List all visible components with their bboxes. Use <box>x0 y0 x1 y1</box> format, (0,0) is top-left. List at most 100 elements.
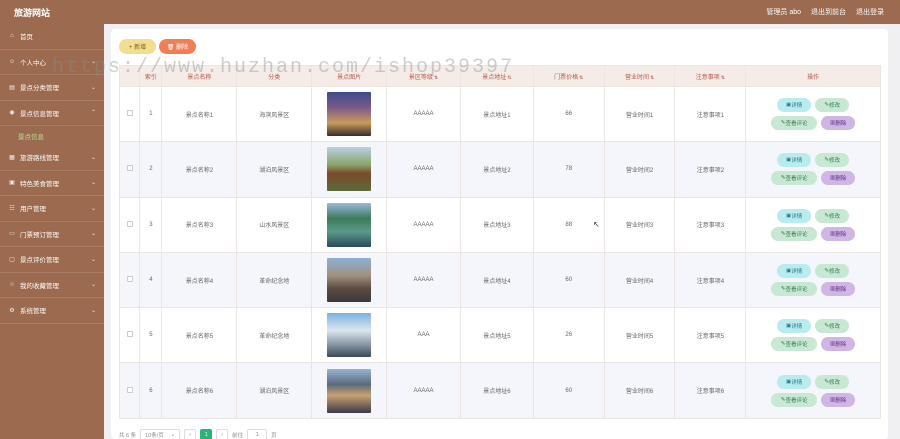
edit-button[interactable]: ✎ 修改 <box>815 98 850 113</box>
cell-level: AAAAA <box>386 362 461 419</box>
sidebar-item-label: 旅游路线管理 <box>20 155 59 163</box>
cell-index: 6 <box>139 362 163 419</box>
cell-index: 3 <box>139 196 163 253</box>
detail-button[interactable]: ▣ 详情 <box>777 374 812 389</box>
row-delete-button[interactable]: ▥ 删除 <box>821 226 856 241</box>
cell-name: 景点名称6 <box>161 362 238 419</box>
sidebar-item-food[interactable]: ▣ 特色美食管理 ⌄ <box>0 171 104 196</box>
row-checkbox[interactable] <box>126 276 133 283</box>
row-checkbox[interactable] <box>126 165 133 172</box>
row-checkbox[interactable] <box>126 110 133 117</box>
review-button[interactable]: ✎ 查看评论 <box>771 171 818 186</box>
detail-button[interactable]: ▣ 详情 <box>777 319 812 334</box>
sidebar: ⌂ 首页 ☺ 个人中心 ⌄ ▤ 景点分类管理 ⌄ ◉ 景点信息管理 ⌃ 景点信息 ▦ 旅游路线管… <box>0 24 104 439</box>
cell-index: 5 <box>139 307 163 364</box>
detail-button[interactable]: ▣ 详情 <box>777 208 812 223</box>
chevron-down-icon: ⌄ <box>90 256 96 263</box>
edit-button[interactable]: ✎ 修改 <box>815 264 850 279</box>
cell-level: AAAAA <box>386 141 461 198</box>
comment-icon: ▢ <box>9 256 15 263</box>
ticket-icon: ▭ <box>9 231 15 238</box>
cell-price: 60 <box>532 362 605 419</box>
row-delete-button[interactable]: ▥ 删除 <box>821 337 856 352</box>
edit-button[interactable]: ✎ 修改 <box>815 319 850 334</box>
sidebar-item-label: 特色美食管理 <box>20 180 59 188</box>
spot-image[interactable] <box>327 202 372 247</box>
back-to-front-link[interactable]: 退出到前台 <box>811 7 846 17</box>
detail-button[interactable]: ▣ 详情 <box>777 264 812 279</box>
sidebar-item-label: 个人中心 <box>20 59 46 67</box>
delete-button[interactable]: 🗑 删除 <box>159 39 196 54</box>
cell-index: 4 <box>139 251 163 309</box>
chevron-down-icon: ⌄ <box>90 180 96 187</box>
cell-address: 景点地址1 <box>459 85 534 143</box>
sidebar-item-label: 用户管理 <box>20 206 46 214</box>
sidebar-sub-spot-info[interactable]: 景点信息 <box>0 126 104 145</box>
page-size-select[interactable]: 10条/页 ⌄ <box>140 429 181 439</box>
row-checkbox[interactable] <box>126 331 133 338</box>
spot-image[interactable] <box>327 258 372 303</box>
add-button[interactable]: + 新增 <box>119 39 156 54</box>
sidebar-item-routes[interactable]: ▦ 旅游路线管理 ⌄ <box>0 145 104 171</box>
edit-button[interactable]: ✎ 修改 <box>815 153 850 168</box>
edit-button[interactable]: ✎ 修改 <box>815 208 850 223</box>
page-number[interactable]: 1 <box>200 429 213 439</box>
chevron-down-icon: ⌄ <box>90 154 96 161</box>
row-checkbox[interactable] <box>126 386 133 393</box>
edit-button[interactable]: ✎ 修改 <box>815 374 850 389</box>
star-icon: ☆ <box>9 282 15 289</box>
sidebar-item-users[interactable]: ☷ 用户管理 ⌄ <box>0 196 104 222</box>
route-icon: ▦ <box>9 154 15 161</box>
spot-image[interactable] <box>327 368 372 413</box>
sidebar-item-spots[interactable]: ◉ 景点信息管理 ⌃ <box>0 101 104 126</box>
review-button[interactable]: ✎ 查看评论 <box>771 116 818 131</box>
prev-page-button[interactable]: ‹ <box>184 429 197 439</box>
top-bar: 旅游网站 管理员 abo 退出到前台 退出登录 <box>0 0 900 24</box>
review-button[interactable]: ✎ 查看评论 <box>771 337 818 352</box>
spot-image[interactable] <box>327 313 372 358</box>
review-button[interactable]: ✎ 查看评论 <box>771 226 818 241</box>
review-button[interactable]: ✎ 查看评论 <box>771 392 818 407</box>
sidebar-item-reviews[interactable]: ▢ 景点评价管理 ⌄ <box>0 247 104 273</box>
detail-button[interactable]: ▣ 详情 <box>777 98 812 113</box>
sidebar-item-home[interactable]: ⌂ 首页 <box>0 24 104 50</box>
col-notes[interactable]: 注意事项⇅ <box>674 65 747 87</box>
cell-address: 景点地址6 <box>459 362 534 419</box>
sidebar-item-label: 景点评价管理 <box>20 257 59 265</box>
col-hours[interactable]: 营业时间⇅ <box>603 65 676 87</box>
goto-page-input[interactable]: 1 <box>247 429 268 439</box>
main-content: + 新增 🗑 删除 索引 景点名称 分类 景点图片 景区等级⇅ 景点地址⇅ 门票… <box>104 24 900 439</box>
row-delete-button[interactable]: ▥ 删除 <box>821 116 856 131</box>
cell-category: 革命纪念地 <box>236 307 313 364</box>
table-row: 3 景点名称3 山水风景区 AAAAA 景点地址3 88 营业时间3 注意事项3… <box>118 196 881 253</box>
cell-address: 景点地址2 <box>459 141 534 198</box>
table-row: 5 景点名称5 革命纪念地 AAA 景点地址5 26 营业时间5 注意事项5 ▣… <box>118 307 881 364</box>
cell-price: 60 <box>532 251 605 309</box>
cell-image <box>311 362 388 419</box>
chevron-down-icon: ⌄ <box>90 84 96 91</box>
cell-image <box>311 251 388 309</box>
cell-price: 26 <box>532 307 605 364</box>
row-delete-button[interactable]: ▥ 删除 <box>821 282 856 297</box>
row-checkbox[interactable] <box>126 220 133 227</box>
detail-button[interactable]: ▣ 详情 <box>777 153 812 168</box>
col-price[interactable]: 门票价格⇅ <box>532 65 605 87</box>
sidebar-item-label: 景点信息管理 <box>20 110 59 118</box>
cell-image <box>311 307 388 364</box>
sidebar-item-favorites[interactable]: ☆ 我的收藏管理 ⌄ <box>0 273 104 298</box>
cell-category: 山水风景区 <box>236 196 313 253</box>
review-button[interactable]: ✎ 查看评论 <box>771 282 818 297</box>
cell-hours: 营业时间3 <box>603 196 676 253</box>
logout-link[interactable]: 退出登录 <box>856 7 884 17</box>
cell-name: 景点名称4 <box>161 251 238 309</box>
next-page-button[interactable]: › <box>216 429 229 439</box>
goto-label: 前往 <box>232 432 244 439</box>
spot-image[interactable] <box>327 92 372 137</box>
row-delete-button[interactable]: ▥ 删除 <box>821 392 856 407</box>
sidebar-item-tickets[interactable]: ▭ 门票预订管理 ⌄ <box>0 222 104 247</box>
sidebar-item-system[interactable]: ⚙ 系统管理 ⌄ <box>0 298 104 324</box>
row-delete-button[interactable]: ▥ 删除 <box>821 171 856 186</box>
spot-image[interactable] <box>327 147 372 192</box>
cell-notes: 注意事项5 <box>674 307 747 364</box>
total-count: 共 6 条 <box>119 432 137 439</box>
